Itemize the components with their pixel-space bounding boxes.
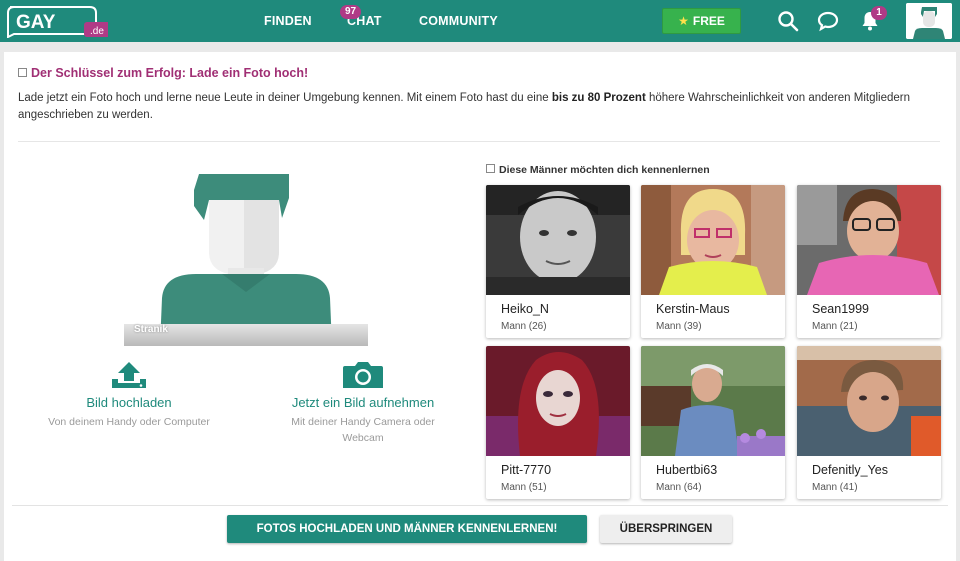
profile-name: Defenitly_Yes <box>812 463 888 477</box>
camera-subtitle-line1: Mit deiner Handy Camera oder <box>291 416 435 428</box>
upload-photo-action[interactable]: Bild hochladen Von deinem Handy oder Com… <box>20 360 238 430</box>
upload-icon <box>112 362 146 388</box>
page-title: Der Schlüssel zum Erfolg: Lade ein Foto … <box>18 66 308 80</box>
svg-text:GAY: GAY <box>16 12 56 33</box>
intro-text-part1: Lade jetzt ein Foto hoch und lerne neue … <box>18 92 552 104</box>
profile-info: Mann (26) <box>501 321 547 332</box>
profile-photo <box>641 346 785 456</box>
camera-subtitle-line2: Webcam <box>342 432 384 444</box>
divider <box>12 505 948 506</box>
profile-photo <box>797 185 941 295</box>
nav-community[interactable]: COMMUNITY <box>419 0 498 42</box>
nav-finden[interactable]: FINDEN <box>264 0 312 42</box>
notification-badge: 1 <box>871 6 887 20</box>
profile-name: Hubertbi63 <box>656 463 718 477</box>
take-photo-action[interactable]: Jetzt ein Bild aufnehmen Mit deiner Hand… <box>258 360 468 446</box>
profile-name: Sean1999 <box>812 302 870 316</box>
svg-text:.de: .de <box>90 26 104 37</box>
upload-and-meet-button[interactable]: FOTOS HOCHLADEN UND MÄNNER KENNENLERNEN! <box>227 515 587 543</box>
avatar-username: Stranik <box>134 324 168 335</box>
site-logo[interactable]: GAY .de <box>4 4 108 38</box>
checkbox-icon <box>18 68 27 77</box>
profile-name: Kerstin-Maus <box>656 302 730 316</box>
upload-title: Bild hochladen <box>86 395 172 410</box>
checkbox-icon <box>486 164 495 173</box>
star-icon: ★ <box>678 14 689 28</box>
profile-card-hubert[interactable]: Hubertbi63 Mann (64) <box>641 346 785 499</box>
divider <box>18 141 940 142</box>
profile-name: Heiko_N <box>501 302 549 316</box>
page-title-text: Der Schlüssel zum Erfolg: Lade ein Foto … <box>31 66 309 80</box>
profile-card-defenitly[interactable]: Defenitly_Yes Mann (41) <box>797 346 941 499</box>
user-avatar[interactable] <box>906 3 952 39</box>
chat-bubble-icon[interactable] <box>816 9 840 33</box>
profile-card-kerstin[interactable]: Kerstin-Maus Mann (39) <box>641 185 785 338</box>
camera-title: Jetzt ein Bild aufnehmen <box>291 395 435 410</box>
profile-card-pitt[interactable]: Pitt-7770 Mann (51) <box>486 346 630 499</box>
suggestions-heading-text: Diese Männer möchten dich kennenlernen <box>499 164 710 176</box>
upload-subtitle: Von deinem Handy oder Computer <box>48 416 210 428</box>
skip-button[interactable]: ÜBERSPRINGEN <box>600 515 732 543</box>
profile-card-heiko[interactable]: Heiko_N Mann (26) <box>486 185 630 338</box>
camera-subtitle: Mit deiner Handy Camera oder Webcam <box>258 414 468 446</box>
intro-text: Lade jetzt ein Foto hoch und lerne neue … <box>18 90 940 124</box>
free-button[interactable]: ★ FREE <box>662 8 741 34</box>
intro-text-highlight: bis zu 80 Prozent <box>551 92 646 104</box>
profile-photo <box>641 185 785 295</box>
camera-icon <box>343 362 383 388</box>
chat-count-badge: 97 <box>340 5 362 19</box>
profile-photo <box>797 346 941 456</box>
search-icon[interactable] <box>776 9 800 33</box>
profile-photo <box>486 185 630 295</box>
profile-avatar-placeholder[interactable] <box>124 170 368 346</box>
profile-photo <box>486 346 630 456</box>
profile-info: Mann (21) <box>812 321 858 332</box>
profile-card-sean[interactable]: Sean1999 Mann (21) <box>797 185 941 338</box>
profile-info: Mann (64) <box>656 482 702 493</box>
profile-info: Mann (39) <box>656 321 702 332</box>
profile-name: Pitt-7770 <box>501 463 552 477</box>
profile-info: Mann (51) <box>501 482 547 493</box>
free-label: FREE <box>692 14 725 28</box>
profile-info: Mann (41) <box>812 482 858 493</box>
suggestions-heading: Diese Männer möchten dich kennenlernen <box>486 164 710 176</box>
